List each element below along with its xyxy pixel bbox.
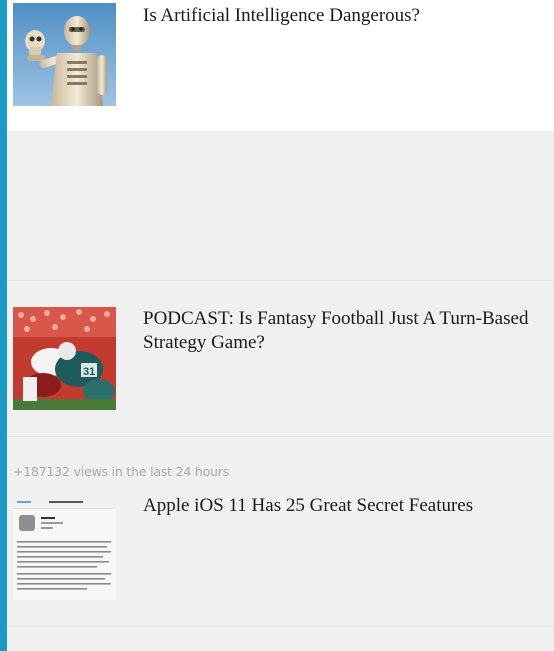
ios-settings-screenshot-thumbnail[interactable] (13, 497, 116, 600)
football-tackle-thumbnail[interactable]: 31 (13, 307, 116, 410)
accent-sidebar-bar (0, 0, 7, 651)
article-title[interactable]: Is Artificial Intelligence Dangerous? (143, 4, 538, 28)
robot-skull-thumbnail[interactable] (13, 3, 116, 106)
article-title[interactable]: PODCAST: Is Fantasy Football Just A Turn… (143, 307, 538, 355)
divider (7, 626, 554, 627)
article-card-ai[interactable]: Is Artificial Intelligence Dangerous? (7, 0, 554, 131)
article-title[interactable]: Apple iOS 11 Has 25 Great Secret Feature… (143, 494, 538, 518)
article-card-ios[interactable]: +187132 views in the last 24 hours Apple… (7, 437, 554, 626)
article-card-podcast[interactable]: 31 PODCAST: Is Fantasy Football Just A T… (7, 281, 554, 436)
views-count: +187132 views in the last 24 hours (13, 464, 230, 479)
svg-text:31: 31 (83, 366, 95, 378)
